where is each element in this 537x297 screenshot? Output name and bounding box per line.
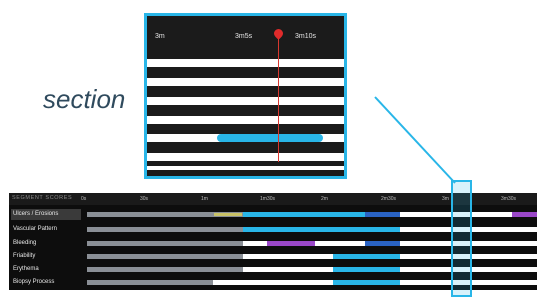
row-label-ulcers-erosions[interactable]: Ulcers / Erosions xyxy=(11,209,81,220)
section-annotation: section xyxy=(43,84,126,114)
score-segment[interactable] xyxy=(243,227,400,232)
score-segment[interactable] xyxy=(213,212,243,217)
score-segment[interactable] xyxy=(267,241,315,246)
time-tick-label: 1m xyxy=(201,196,208,202)
score-segment[interactable] xyxy=(87,280,213,285)
row-label-vascular-pattern[interactable]: Vascular Pattern xyxy=(11,224,81,235)
row-label-erythema[interactable]: Erythema xyxy=(11,264,81,275)
zoom-region-highlight xyxy=(451,180,472,297)
time-tick-label: 3m xyxy=(442,196,449,202)
score-segment[interactable] xyxy=(87,212,213,217)
score-segment[interactable] xyxy=(87,241,243,246)
score-segment[interactable] xyxy=(87,227,243,232)
score-segment[interactable] xyxy=(333,254,400,259)
time-tick-label: 3m30s xyxy=(501,196,517,202)
score-segment[interactable] xyxy=(87,254,243,259)
score-segment[interactable] xyxy=(333,280,400,285)
row-label-biopsy-process[interactable]: Biopsy Process xyxy=(11,277,81,288)
score-segment[interactable] xyxy=(365,212,400,217)
time-tick-label: 30s xyxy=(140,196,149,202)
score-segment[interactable] xyxy=(365,241,400,246)
score-segment[interactable] xyxy=(512,212,537,217)
score-segment[interactable] xyxy=(333,267,400,272)
panel-title: SEGMENT SCORES xyxy=(12,195,73,201)
score-segment[interactable] xyxy=(87,267,243,272)
row-label-bleeding[interactable]: Bleeding xyxy=(11,238,81,249)
time-tick-label: 2m xyxy=(321,196,328,202)
score-segment[interactable] xyxy=(243,212,365,217)
row-label-friability[interactable]: Friability xyxy=(11,251,81,262)
time-tick-label: 2m30s xyxy=(381,196,397,202)
time-tick-label: 0s xyxy=(81,196,87,202)
time-tick-label: 1m30s xyxy=(260,196,276,202)
